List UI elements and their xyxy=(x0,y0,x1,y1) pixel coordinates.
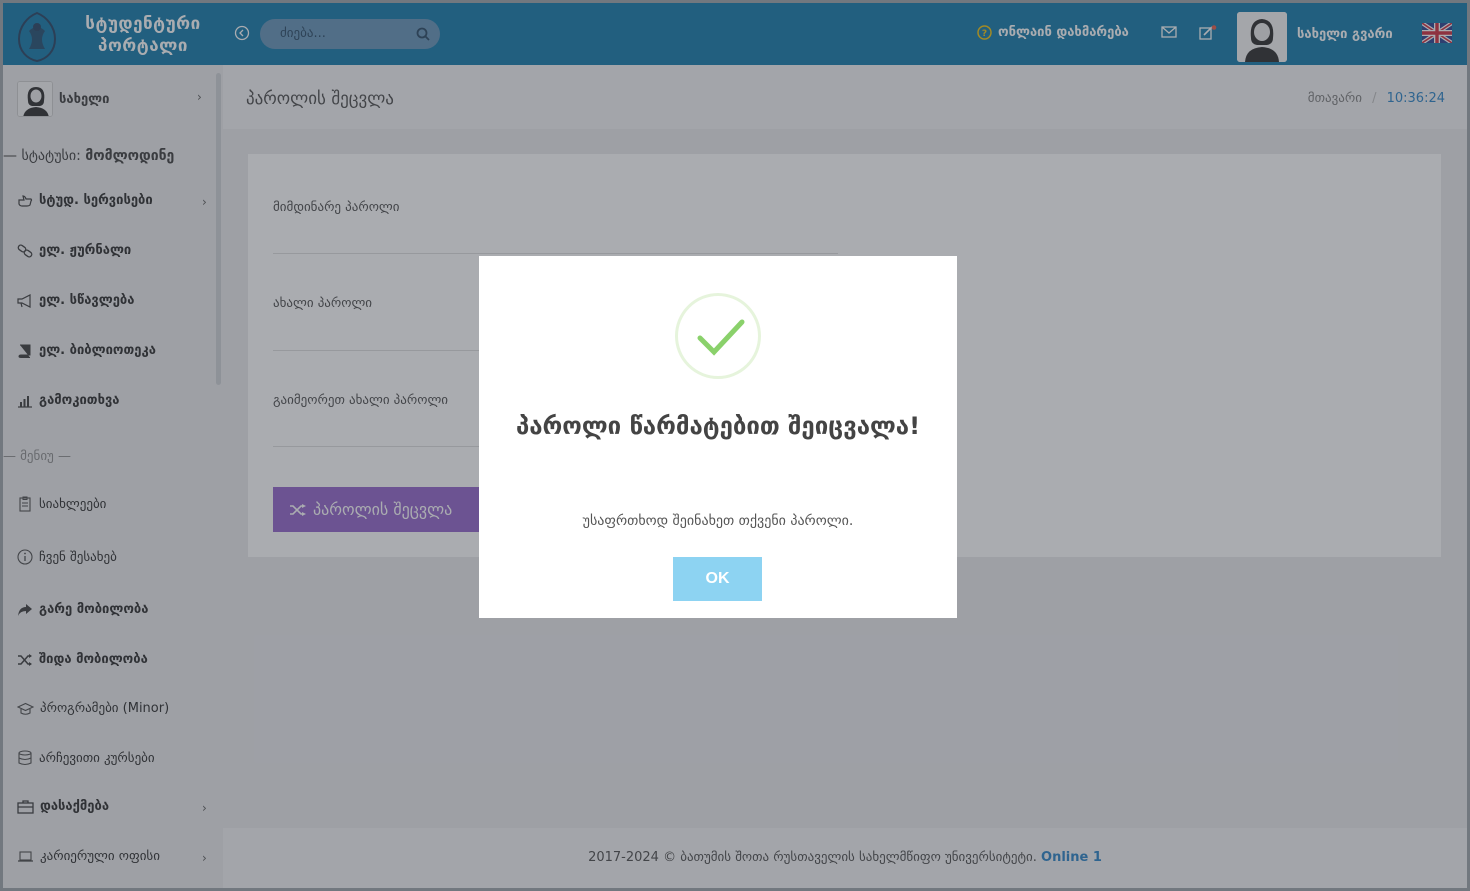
success-dialog: პაროლი წარმატებით შეიცვალა! უსაფრთხოდ შე… xyxy=(479,256,957,618)
ok-button[interactable]: OK xyxy=(673,557,762,601)
checkmark-icon xyxy=(697,319,745,356)
dialog-title: პაროლი წარმატებით შეიცვალა! xyxy=(515,412,921,440)
dialog-text: უსაფრთხოდ შეინახეთ თქვენი პაროლი. xyxy=(582,513,854,529)
success-check-icon xyxy=(675,293,761,379)
